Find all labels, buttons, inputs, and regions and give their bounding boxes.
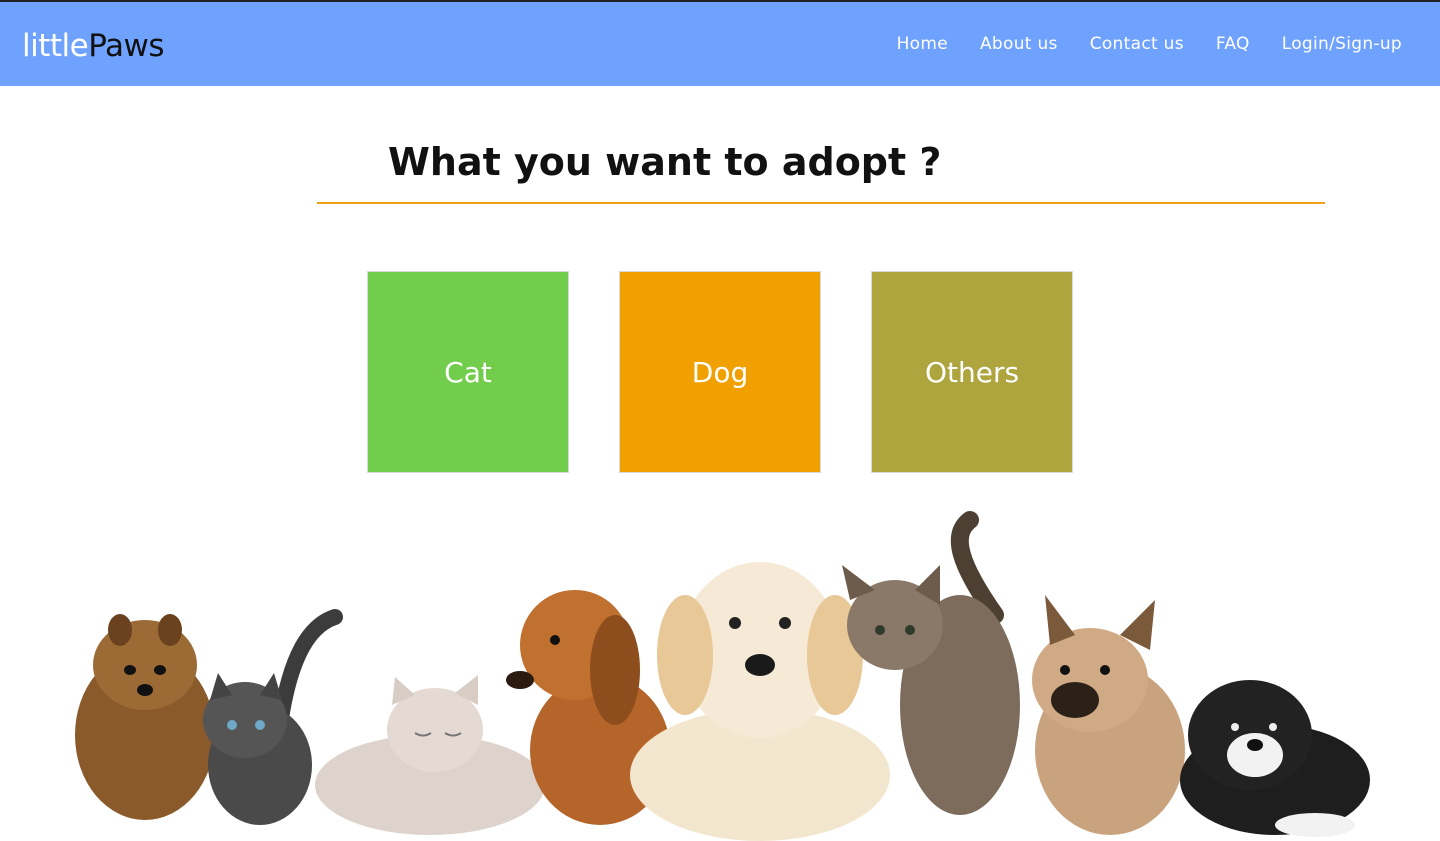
nav-login-signup-link[interactable]: Login/Sign-up	[1282, 34, 1402, 54]
cream-cat	[315, 675, 545, 835]
nav-about-link[interactable]: About us	[980, 34, 1058, 54]
puppies-and-kittens-illustration	[75, 511, 1370, 841]
page-heading: What you want to adopt ?	[388, 140, 942, 184]
heading-divider	[317, 202, 1325, 204]
nav-links: Home About us Contact us FAQ Login/Sign-…	[897, 34, 1402, 54]
nav-faq-link[interactable]: FAQ	[1216, 34, 1250, 54]
nav-contact-link[interactable]: Contact us	[1090, 34, 1184, 54]
logo-text-paws: Paws	[88, 28, 165, 64]
black-white-puppy	[1180, 680, 1370, 837]
nav-home-link[interactable]: Home	[897, 34, 948, 54]
site-logo[interactable]: littlePaws	[22, 28, 165, 64]
logo-text-little: little	[22, 28, 89, 64]
others-option-label: Others	[924, 355, 1020, 389]
dog-option-button[interactable]: Dog	[619, 271, 821, 473]
golden-retriever-puppy	[630, 562, 890, 841]
dog-option-label: Dog	[691, 355, 749, 389]
cat-option-button[interactable]: Cat	[367, 271, 569, 473]
top-navbar: littlePaws Home About us Contact us FAQ …	[0, 0, 1440, 86]
others-option-button[interactable]: Others	[871, 271, 1073, 473]
pomeranian-puppy	[75, 614, 215, 820]
french-bulldog-puppy	[1032, 595, 1185, 835]
cat-option-label: Cat	[444, 355, 492, 389]
grey-kitten	[203, 609, 343, 825]
